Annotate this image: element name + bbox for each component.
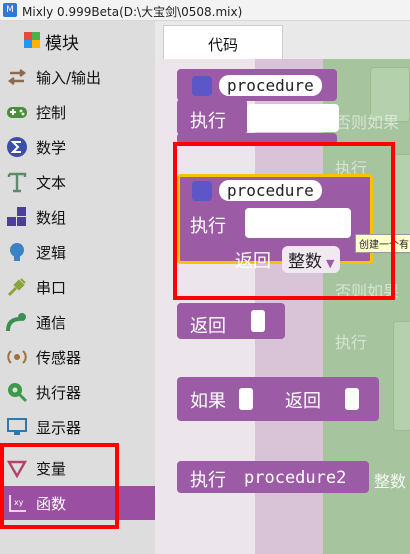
sensor-icon bbox=[7, 350, 27, 364]
serial-plug-icon bbox=[7, 278, 26, 297]
if-label: 如果 bbox=[190, 391, 226, 412]
category-sensor[interactable]: 传感器 bbox=[0, 340, 155, 374]
input-socket[interactable] bbox=[251, 310, 265, 332]
category-label: 串口 bbox=[36, 279, 67, 297]
category-label: 执行器 bbox=[36, 384, 82, 402]
category-serial[interactable]: 串口 bbox=[0, 270, 155, 304]
block-workspace[interactable]: 否则如果 执行 否则如果 执行 procedure 执行 procedure 执… bbox=[155, 59, 410, 554]
category-comm[interactable]: 通信 bbox=[0, 305, 155, 339]
puzzle-icon bbox=[24, 32, 40, 48]
return-label: 返回 bbox=[190, 316, 226, 337]
category-label: 传感器 bbox=[36, 349, 82, 367]
gear-icon[interactable] bbox=[192, 76, 212, 96]
input-socket[interactable] bbox=[239, 388, 253, 410]
title-bar: M Mixly 0.999Beta(D:\大宝剑\0508.mix) bbox=[0, 0, 410, 21]
category-label: 数学 bbox=[36, 139, 67, 157]
tab-label: 代码 bbox=[207, 36, 238, 54]
window-title: Mixly 0.999Beta(D:\大宝剑\0508.mix) bbox=[22, 5, 243, 19]
text-t-icon bbox=[7, 172, 27, 193]
category-math[interactable]: 数学 bbox=[0, 130, 155, 164]
category-array[interactable]: 数组 bbox=[0, 200, 155, 234]
gamepad-icon bbox=[7, 107, 27, 118]
monitor-icon bbox=[7, 418, 27, 435]
category-actuator[interactable]: 执行器 bbox=[0, 375, 155, 409]
highlight-frame bbox=[173, 142, 395, 300]
sidebar-header: 模块 bbox=[0, 21, 155, 59]
array-blocks-icon bbox=[7, 207, 26, 226]
actuator-icon bbox=[8, 383, 28, 403]
tab-code[interactable]: 代码 bbox=[163, 25, 283, 59]
tab-strip: 代码 bbox=[155, 21, 410, 59]
return-label: 返回 bbox=[285, 391, 321, 412]
category-io[interactable]: 输入/输出 bbox=[0, 60, 155, 94]
do-label: 执行 bbox=[190, 111, 226, 132]
background-block bbox=[393, 321, 410, 431]
satellite-icon bbox=[6, 313, 26, 332]
app-logo-icon: M bbox=[3, 3, 17, 17]
category-text[interactable]: 文本 bbox=[0, 165, 155, 199]
category-label: 通信 bbox=[36, 314, 67, 332]
call-label: 执行 bbox=[190, 470, 226, 491]
category-label: 输入/输出 bbox=[36, 69, 102, 87]
category-label: 数组 bbox=[36, 209, 67, 227]
category-logic[interactable]: 逻辑 bbox=[0, 235, 155, 269]
lightbulb-icon bbox=[10, 243, 24, 261]
math-icon bbox=[7, 137, 27, 157]
statement-slot[interactable] bbox=[247, 104, 339, 132]
category-control[interactable]: 控制 bbox=[0, 95, 155, 129]
category-label: 控制 bbox=[36, 104, 67, 122]
input-socket[interactable] bbox=[345, 388, 359, 410]
category-display[interactable]: 显示器 bbox=[0, 410, 155, 444]
background-text: 否则如果 bbox=[335, 113, 400, 132]
procedure-name-field[interactable]: procedure bbox=[219, 75, 322, 96]
background-text: 执行 bbox=[335, 333, 368, 352]
io-arrows-icon bbox=[8, 69, 26, 85]
category-label: 逻辑 bbox=[36, 244, 67, 262]
category-label: 显示器 bbox=[36, 419, 82, 437]
background-text: 整数 bbox=[374, 472, 407, 491]
call-procedure-name: procedure2 bbox=[244, 468, 347, 488]
category-label: 文本 bbox=[36, 174, 67, 192]
highlight-frame bbox=[0, 443, 119, 529]
sidebar-title: 模块 bbox=[45, 34, 79, 54]
